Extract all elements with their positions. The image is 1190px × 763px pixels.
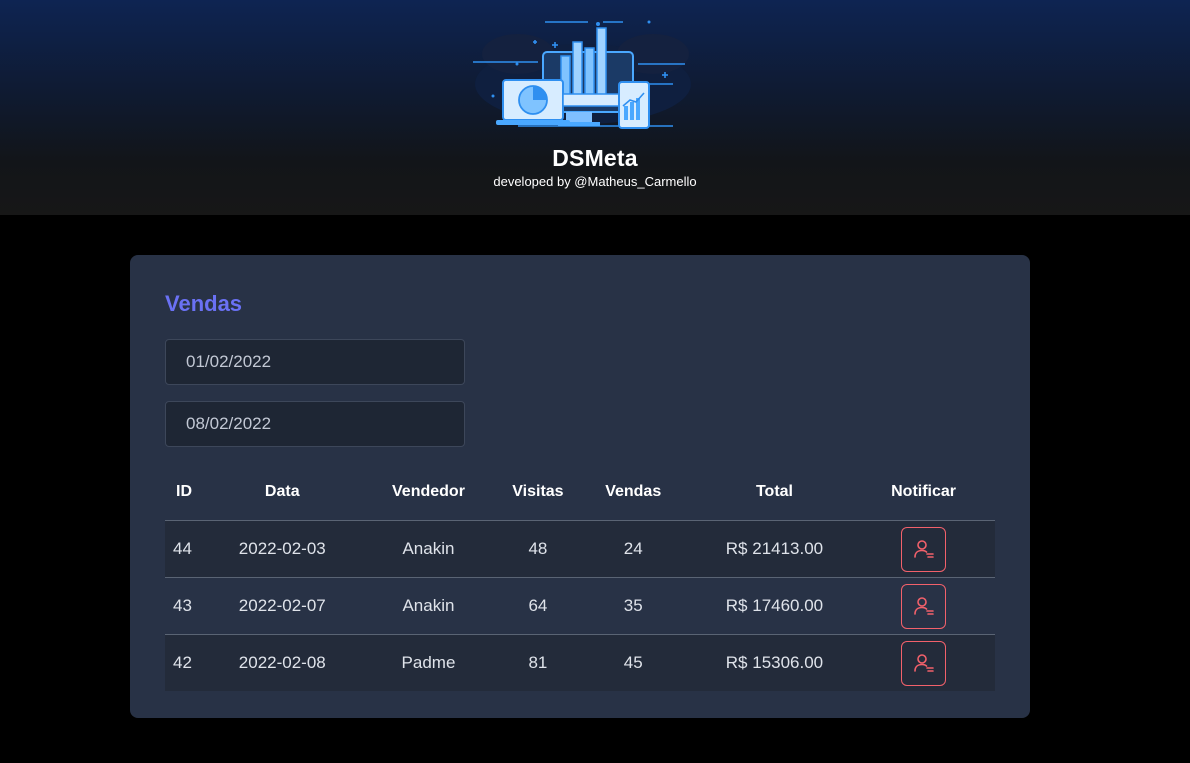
dashboard-illustration-logo [463,14,703,134]
table-row: 44 2022-02-03 Anakin 48 24 R$ 21413.00 [165,520,995,578]
app-header: DSMeta developed by @Matheus_Carmello [0,0,1190,215]
cell-seller: Anakin [350,577,507,635]
column-header-total: Total [696,463,853,521]
cell-deals: 45 [623,653,643,672]
cell-notify [852,635,995,692]
cell-id: 44 [165,520,214,578]
cell-visits: 64 [506,577,570,635]
notify-button[interactable] [901,583,947,629]
column-header-deals: Vendas [569,463,697,521]
column-header-seller: Vendedor [350,463,507,521]
cell-id: 43 [165,577,214,635]
table-header-row: ID Data Vendedor Visitas Vendas Total No… [165,463,995,521]
cell-notify [852,520,995,578]
sales-card-title: Vendas [165,291,243,316]
developer-credit: developed by @Matheus_Carmello [493,174,697,189]
cell-date: 2022-02-07 [213,577,351,635]
sales-table: ID Data Vendedor Visitas Vendas Total No… [165,463,995,691]
cell-seller: Padme [401,653,456,672]
app-title: DSMeta [552,145,638,171]
max-date-input[interactable]: 08/02/2022 [165,401,465,447]
cell-deals: 35 [569,577,697,635]
cell-deals: 24 [569,520,697,578]
cell-notify [852,577,995,635]
cell-total: R$ 15306.00 [725,653,824,672]
user-notify-icon [913,540,934,558]
cell-seller: Anakin [350,520,507,578]
user-notify-icon [913,597,934,615]
column-header-date: Data [213,463,351,521]
table-row: 42 2022-02-08 Padme 81 45 R$ 15306.00 [165,634,995,692]
column-header-notify: Notificar [852,463,995,521]
cell-total: R$ 21413.00 [696,520,853,578]
column-header-id: ID [165,463,214,521]
min-date-input[interactable]: 01/02/2022 [165,339,465,385]
notify-button[interactable] [901,526,947,572]
user-notify-icon [913,654,934,672]
cell-id: 42 [173,653,192,672]
table-row: 43 2022-02-07 Anakin 64 35 R$ 17460.00 [165,577,995,635]
cell-date: 2022-02-08 [238,653,326,672]
notify-button[interactable] [901,640,947,686]
sales-card: Vendas 01/02/2022 08/02/2022 ID Data Ven… [130,255,1030,718]
cell-visits: 48 [506,520,570,578]
cell-date: 2022-02-03 [213,520,351,578]
cell-visits: 81 [528,653,548,672]
column-header-visits: Visitas [506,463,570,521]
cell-total: R$ 17460.00 [696,577,853,635]
